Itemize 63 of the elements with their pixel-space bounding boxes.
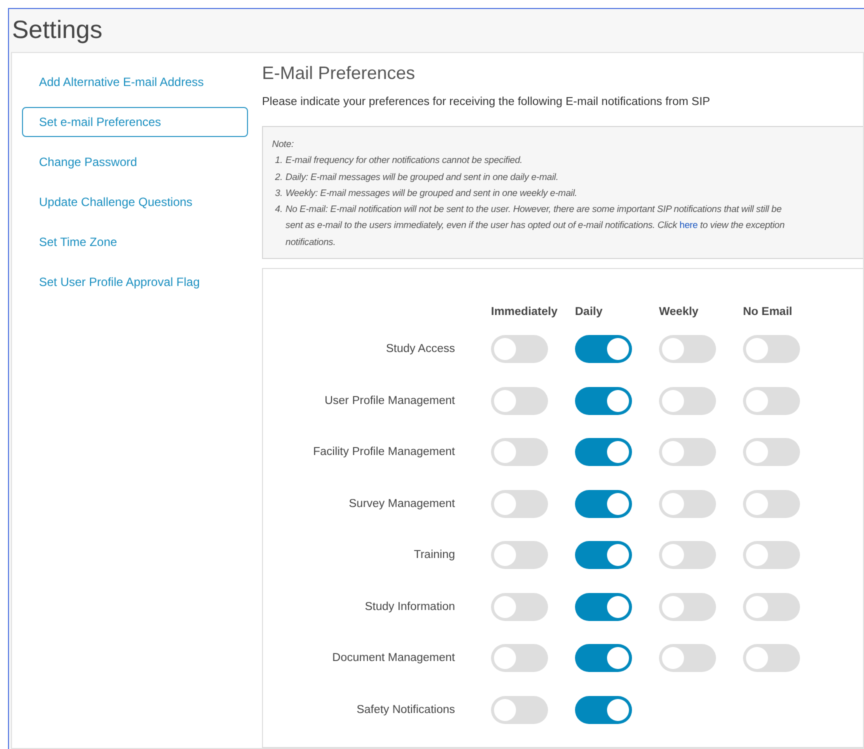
note-number: 1. xyxy=(275,153,283,168)
note-text: No E-mail: E-mail notification will not be sent to the user. However, there are some important SIP notifications that will still be xyxy=(286,202,783,216)
toggle-switch[interactable] xyxy=(575,490,632,518)
toggle-switch[interactable] xyxy=(575,386,632,414)
intro-text: Please indicate your preferences for receiving the following E-mail notifications from SIP xyxy=(262,96,712,108)
toggle-switch[interactable] xyxy=(743,592,800,620)
toggle-switch[interactable] xyxy=(743,541,800,569)
toggle-switch[interactable] xyxy=(491,386,548,414)
row-label: Study Information xyxy=(364,600,455,614)
note-text: sent as e-mail to the users immediately, even if the user has opted out of e-mail notifications. Click here to view the exception xyxy=(286,218,785,232)
row-label: Study Access xyxy=(384,342,455,357)
row-label: Survey Management xyxy=(348,496,455,512)
note-text: Daily: E-mail messages will be grouped and sent in one daily e-mail. xyxy=(286,170,558,184)
note-number: 2. xyxy=(275,170,283,184)
row-label: Facility Profile Management xyxy=(312,445,455,460)
toggle-switch[interactable] xyxy=(575,438,632,466)
toggle-switch[interactable] xyxy=(659,541,716,569)
toggle-switch[interactable] xyxy=(659,644,716,672)
page-title: Settings xyxy=(12,16,102,45)
toggle-switch[interactable] xyxy=(491,696,548,724)
section-heading: E-Mail Preferences xyxy=(262,62,416,84)
toggle-switch[interactable] xyxy=(491,335,548,363)
sidebar-link[interactable]: Change Password xyxy=(22,146,248,177)
toggle-switch[interactable] xyxy=(659,438,716,466)
sidebar-link[interactable]: Set User Profile Approval Flag xyxy=(22,266,248,297)
toggle-switch[interactable] xyxy=(491,438,548,466)
toggle-switch[interactable] xyxy=(575,335,632,363)
note-number: 4. xyxy=(275,202,283,216)
toggle-switch[interactable] xyxy=(491,490,548,518)
toggle-switch[interactable] xyxy=(659,386,716,414)
toggle-switch[interactable] xyxy=(743,490,800,518)
toggle-switch[interactable] xyxy=(743,438,800,466)
toggle-switch[interactable] xyxy=(743,644,800,672)
toggle-switch[interactable] xyxy=(575,696,632,724)
sidebar-link[interactable]: Set Time Zone xyxy=(22,226,248,257)
note-text: Weekly: E-mail messages will be grouped and sent in one weekly e-mail. xyxy=(286,186,578,200)
row-label: Training xyxy=(412,548,455,563)
note-number: 3. xyxy=(275,186,283,200)
toggle-switch[interactable] xyxy=(743,386,800,414)
toggle-switch[interactable] xyxy=(575,592,632,620)
note-text: E-mail frequency for other notifications cannot be specified. xyxy=(286,153,522,168)
here-link[interactable]: here xyxy=(680,219,698,230)
row-label: User Profile Management xyxy=(324,394,455,408)
toggle-switch[interactable] xyxy=(491,592,548,620)
column-header: Immediately xyxy=(491,305,558,319)
column-header: Weekly xyxy=(659,305,698,319)
toggle-switch[interactable] xyxy=(659,335,716,363)
toggle-switch[interactable] xyxy=(659,592,716,620)
sidebar-link[interactable]: Add Alternative E-mail Address xyxy=(22,66,248,97)
toggle-switch[interactable] xyxy=(743,335,800,363)
note-text: notifications. xyxy=(286,234,337,249)
sidebar-link[interactable]: Set e-mail Preferences xyxy=(22,106,248,137)
toggle-switch[interactable] xyxy=(491,644,548,672)
toggle-switch[interactable] xyxy=(491,541,548,569)
column-header: No Email xyxy=(743,305,792,319)
row-label: Safety Notifications xyxy=(356,702,455,718)
sidebar-link[interactable]: Update Challenge Questions xyxy=(22,186,248,217)
toggle-switch[interactable] xyxy=(575,644,632,672)
toggle-switch[interactable] xyxy=(575,541,632,569)
note-title: Note: xyxy=(272,136,295,151)
toggle-switch[interactable] xyxy=(659,490,716,518)
row-label: Document Management xyxy=(331,651,455,666)
column-header: Daily xyxy=(575,305,602,319)
